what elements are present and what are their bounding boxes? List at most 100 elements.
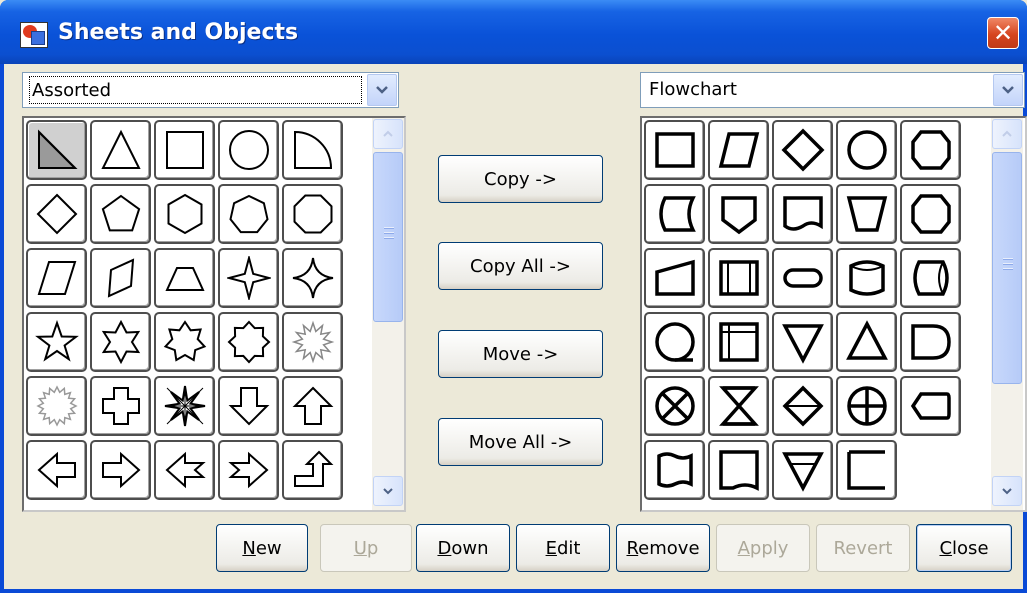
left-shape-star-burst-2[interactable]: [154, 376, 215, 436]
right-shape-or[interactable]: [836, 376, 897, 436]
right-shape-internal-storage[interactable]: [708, 312, 769, 372]
right-shape-delay[interactable]: [900, 312, 961, 372]
left-shape-arrow-right[interactable]: [90, 440, 151, 500]
quarter-circle-icon: [293, 130, 332, 169]
right-shape-card[interactable]: [708, 440, 769, 500]
right-sheet-select[interactable]: Flowchart: [640, 72, 1025, 108]
right-shape-stored-data[interactable]: [644, 184, 705, 244]
left-shape-arrow-up-left-turn[interactable]: [282, 440, 343, 500]
left-shape-octagon[interactable]: [282, 184, 343, 244]
display-icon: [910, 392, 951, 420]
left-shape-circle[interactable]: [218, 120, 279, 180]
merge-2-icon: [781, 452, 824, 492]
circle-icon: [228, 130, 269, 170]
close-icon: ✕: [992, 19, 1014, 47]
close-button[interactable]: Close: [916, 524, 1012, 572]
left-shape-arrow-left[interactable]: [26, 440, 87, 500]
left-shape-star-6[interactable]: [90, 312, 151, 372]
left-shape-square[interactable]: [154, 120, 215, 180]
left-shape-pentagon[interactable]: [90, 184, 151, 244]
right-shape-collate[interactable]: [708, 376, 769, 436]
right-shape-extract[interactable]: [836, 312, 897, 372]
punched-tape-icon: [656, 452, 693, 488]
left-shape-star-4-concave[interactable]: [282, 248, 343, 308]
right-shape-data[interactable]: [708, 120, 769, 180]
right-shape-display-2[interactable]: [836, 440, 897, 500]
copy-button[interactable]: Copy ->: [438, 155, 603, 203]
right-shape-predefined-process[interactable]: [708, 248, 769, 308]
left-shape-arrow-left-notched[interactable]: [154, 440, 215, 500]
right-shape-manual-operation[interactable]: [836, 184, 897, 244]
title-bar[interactable]: Sheets and Objects ✕: [0, 0, 1027, 64]
right-scroll-up-button[interactable]: [992, 119, 1022, 149]
left-shape-trapezoid[interactable]: [154, 248, 215, 308]
apply-button[interactable]: Apply: [716, 524, 810, 572]
left-shape-star-8[interactable]: [218, 312, 279, 372]
right-shape-summing-junction[interactable]: [644, 376, 705, 436]
left-sheet-select[interactable]: Assorted: [22, 72, 399, 108]
left-shape-heptagon[interactable]: [218, 184, 279, 244]
right-scroll-thumb[interactable]: [992, 152, 1022, 384]
left-shape-star-5[interactable]: [26, 312, 87, 372]
terminator-octagon-icon: [910, 194, 951, 234]
up-button[interactable]: Up: [320, 524, 412, 572]
copy-all-button[interactable]: Copy All ->: [438, 242, 603, 290]
star-5-icon: [34, 320, 79, 362]
right-shape-sequential-access[interactable]: [644, 312, 705, 372]
move-all-button[interactable]: Move All ->: [438, 418, 603, 466]
right-shape-sort[interactable]: [772, 376, 833, 436]
right-shape-decision[interactable]: [772, 120, 833, 180]
connector-icon: [846, 130, 887, 170]
close-window-button[interactable]: ✕: [987, 17, 1019, 49]
left-shape-star-7[interactable]: [154, 312, 215, 372]
left-shape-skewed-quad[interactable]: [90, 248, 151, 308]
hexagon-icon: [167, 193, 202, 235]
left-shape-star-4[interactable]: [218, 248, 279, 308]
left-shape-right-triangle[interactable]: [26, 120, 87, 180]
right-shape-connector[interactable]: [836, 120, 897, 180]
left-shape-quarter-circle[interactable]: [282, 120, 343, 180]
right-shape-terminator-octagon[interactable]: [900, 184, 961, 244]
right-shape-merge[interactable]: [772, 312, 833, 372]
right-scroll-down-button[interactable]: [992, 476, 1022, 506]
down-button[interactable]: Down: [416, 524, 510, 572]
right-shape-manual-input[interactable]: [644, 248, 705, 308]
left-dropdown-button[interactable]: [367, 74, 397, 106]
left-shape-diamond[interactable]: [26, 184, 87, 244]
right-shape-document[interactable]: [772, 184, 833, 244]
remove-button[interactable]: Remove: [616, 524, 710, 572]
left-shape-parallelogram[interactable]: [26, 248, 87, 308]
right-dropdown-button[interactable]: [993, 74, 1023, 106]
revert-button[interactable]: Revert: [816, 524, 910, 572]
data-icon: [718, 132, 759, 168]
right-shape-preparation[interactable]: [900, 120, 961, 180]
left-scroll-thumb[interactable]: [373, 152, 403, 322]
move-button[interactable]: Move ->: [438, 330, 603, 378]
left-shape-arrow-down[interactable]: [218, 376, 279, 436]
left-shape-star-16[interactable]: [26, 376, 87, 436]
left-shape-star-burst[interactable]: [282, 312, 343, 372]
right-shape-punched-tape[interactable]: [644, 440, 705, 500]
right-shape-process[interactable]: [644, 120, 705, 180]
right-shape-magnetic-disk[interactable]: [836, 248, 897, 308]
left-shape-triangle[interactable]: [90, 120, 151, 180]
edit-button[interactable]: Edit: [516, 524, 610, 572]
right-shape-off-page[interactable]: [708, 184, 769, 244]
right-shape-direct-access[interactable]: [900, 248, 961, 308]
left-shape-arrow-right-notched[interactable]: [218, 440, 279, 500]
new-button[interactable]: New: [216, 524, 308, 572]
left-shape-hexagon[interactable]: [154, 184, 215, 244]
right-shape-display[interactable]: [900, 376, 961, 436]
star-4-concave-icon: [292, 257, 333, 299]
right-scrollbar[interactable]: [991, 118, 1023, 510]
arrow-up-left-turn-icon: [293, 450, 333, 487]
left-shape-cross[interactable]: [90, 376, 151, 436]
summing-junction-icon: [654, 386, 695, 426]
right-shape-terminator[interactable]: [772, 248, 833, 308]
star-16-icon: [35, 385, 78, 427]
left-scroll-up-button[interactable]: [373, 119, 403, 149]
right-shape-merge-2[interactable]: [772, 440, 833, 500]
left-scrollbar[interactable]: [372, 118, 404, 510]
left-shape-arrow-up[interactable]: [282, 376, 343, 436]
left-scroll-down-button[interactable]: [373, 476, 403, 506]
